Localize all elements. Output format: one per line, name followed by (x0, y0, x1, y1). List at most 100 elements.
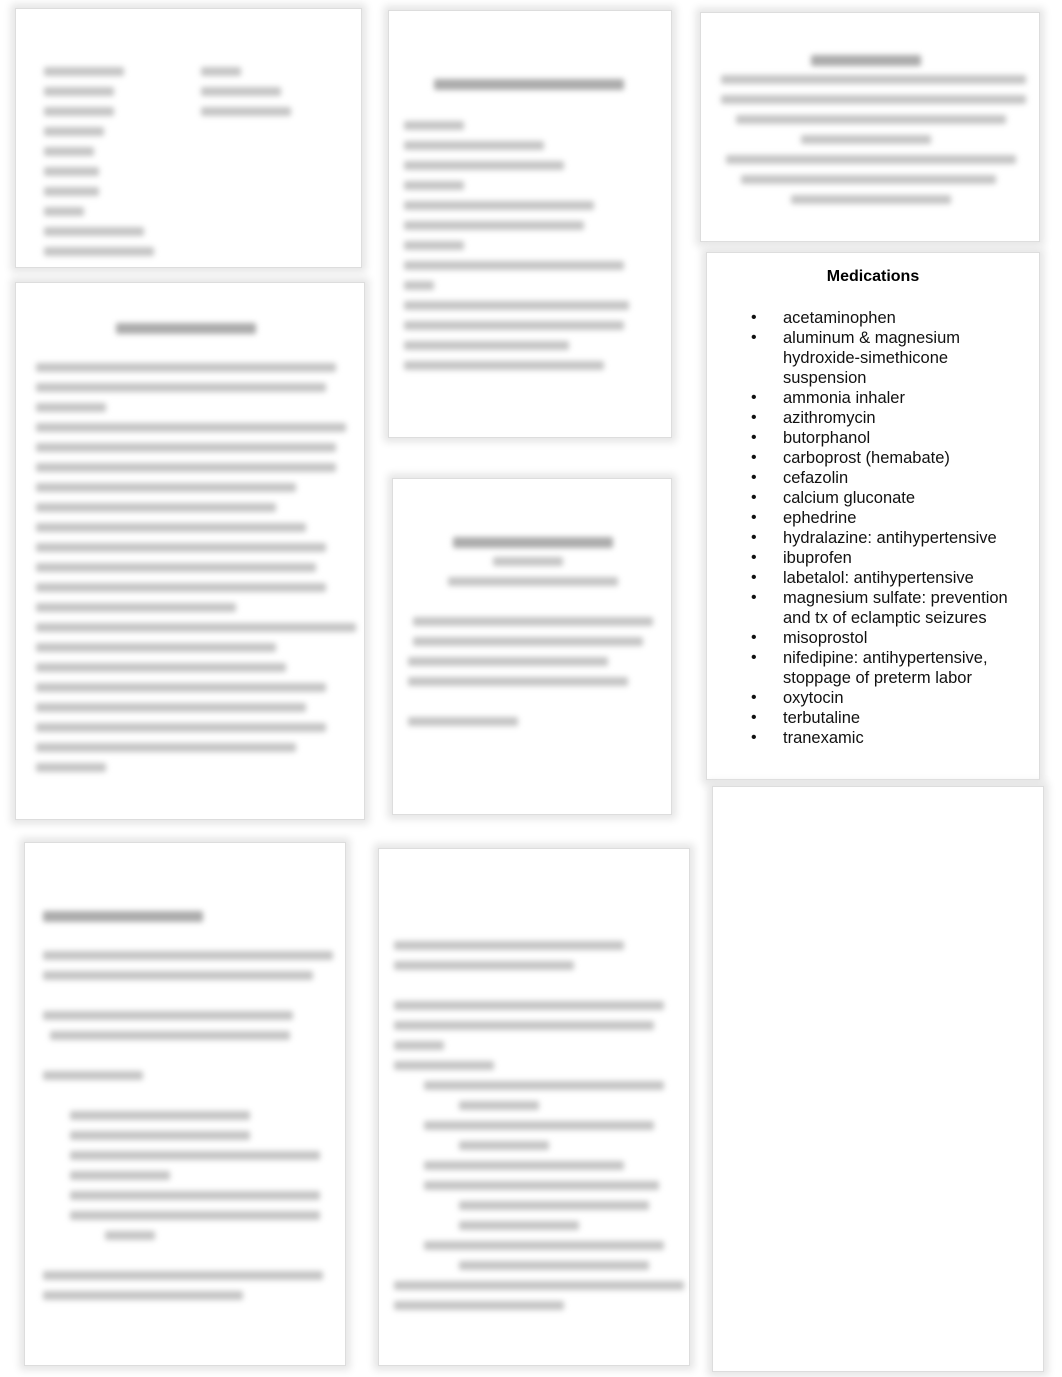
blurred-text-line (44, 127, 104, 136)
blurred-text-line (44, 247, 154, 256)
blurred-text-line (44, 107, 114, 116)
blurred-card-health-assessment (15, 282, 365, 820)
medication-name: ibuprofen (783, 549, 852, 567)
blurred-text-line (70, 1111, 250, 1120)
bullet-icon: • (751, 589, 757, 606)
medication-item: • cefazolin (707, 468, 1027, 488)
blurred-text-line (36, 763, 106, 772)
blurred-text-line (36, 563, 316, 572)
blurred-text-line (736, 115, 1006, 124)
medication-item: • tranexamic (707, 728, 1027, 748)
blurred-text-line (36, 383, 326, 392)
medication-name: hydralazine: antihypertensive (783, 529, 997, 547)
blurred-text-line (36, 663, 286, 672)
blurred-text-line (459, 1261, 649, 1270)
blurred-text-line (404, 361, 604, 370)
blurred-text-line (43, 1071, 143, 1080)
blurred-text-line (404, 221, 584, 230)
medication-name: ephedrine (783, 509, 857, 527)
blurred-text-line (721, 75, 1026, 84)
bullet-icon: • (751, 449, 757, 466)
blurred-card-diagnostic (15, 8, 362, 268)
blurred-text-line (404, 321, 624, 330)
medication-item: • acetaminophen (707, 308, 1027, 328)
medication-name: aluminum & magnesium hydroxide-simethico… (783, 329, 960, 387)
medication-name: tranexamic (783, 729, 864, 747)
medications-list: • acetaminophen • aluminum & magnesium hydr… (707, 308, 1027, 748)
bullet-icon: • (751, 329, 757, 346)
blurred-text-line (44, 227, 144, 236)
blurred-text-line (70, 1131, 250, 1140)
blurred-text-line (404, 281, 434, 290)
medication-name: labetalol: antihypertensive (783, 569, 974, 587)
bullet-icon: • (751, 509, 757, 526)
blurred-text-line (43, 951, 333, 960)
blurred-text-line (394, 941, 624, 950)
blurred-text-line (448, 577, 618, 586)
blurred-text-line (791, 195, 951, 204)
bullet-icon: • (751, 309, 757, 326)
blurred-text-line (424, 1161, 624, 1170)
medication-item: • nifedipine: antihypertensive, stoppage … (707, 648, 1027, 688)
bullet-icon: • (751, 409, 757, 426)
blurred-text-line (36, 623, 356, 632)
blurred-text-line (201, 107, 291, 116)
blurred-text-line (201, 67, 241, 76)
medication-item: • ammonia inhaler (707, 388, 1027, 408)
medication-name: magnesium sulfate: prevention and tx of … (783, 589, 1008, 627)
bullet-icon: • (751, 489, 757, 506)
medication-item: • butorphanol (707, 428, 1027, 448)
medications-title: Medications (826, 268, 920, 285)
medication-name: cefazolin (783, 469, 849, 487)
bullet-icon: • (751, 629, 757, 646)
bullet-icon: • (751, 649, 757, 666)
medications-card: Medications • acetaminophen • aluminum & ma… (706, 252, 1040, 780)
blurred-text-line (36, 483, 296, 492)
blurred-text-line (44, 147, 94, 156)
blurred-card-nursing-diagnosis (24, 842, 346, 1366)
blurred-card-pathophysiology (700, 12, 1040, 242)
blurred-text-line (43, 911, 203, 922)
blurred-text-line (424, 1081, 664, 1090)
medication-item: • ibuprofen (707, 548, 1027, 568)
blurred-text-line (721, 95, 1026, 104)
medication-name: azithromycin (783, 409, 876, 427)
blurred-text-line (404, 161, 564, 170)
medication-name: terbutaline (783, 709, 861, 727)
bullet-icon: • (751, 469, 757, 486)
blurred-text-line (404, 121, 464, 130)
bullet-icon: • (751, 689, 757, 706)
medication-name: nifedipine: antihypertensive, stoppage o… (783, 649, 988, 687)
medication-name: oxytocin (783, 689, 844, 707)
blurred-text-line (44, 67, 124, 76)
blurred-text-line (36, 543, 326, 552)
blurred-text-line (741, 175, 996, 184)
blurred-text-line (459, 1101, 539, 1110)
blurred-text-line (394, 1281, 684, 1290)
blurred-text-line (408, 677, 628, 686)
blurred-text-line (424, 1241, 664, 1250)
blurred-text-line (434, 79, 624, 90)
blurred-card-interventions (378, 848, 690, 1366)
blurred-text-line (105, 1231, 155, 1240)
blurred-text-line (36, 703, 306, 712)
blurred-text-line (394, 961, 574, 970)
blurred-text-line (404, 241, 464, 250)
blurred-text-line (459, 1201, 649, 1210)
medication-item: • calcium gluconate (707, 488, 1027, 508)
medication-name: misoprostol (783, 629, 868, 647)
blurred-text-line (36, 503, 276, 512)
blurred-card-clinical (392, 478, 672, 815)
blurred-text-line (43, 971, 313, 980)
blurred-text-line (44, 167, 99, 176)
blurred-text-line (394, 1041, 444, 1050)
blurred-text-line (404, 341, 569, 350)
medication-name: butorphanol (783, 429, 871, 447)
blurred-text-line (394, 1001, 664, 1010)
blurred-text-line (44, 187, 99, 196)
empty-card (712, 786, 1044, 1372)
blurred-text-line (70, 1191, 320, 1200)
bullet-icon: • (751, 549, 757, 566)
medication-item: • misoprostol (707, 628, 1027, 648)
blurred-text-line (43, 1011, 293, 1020)
